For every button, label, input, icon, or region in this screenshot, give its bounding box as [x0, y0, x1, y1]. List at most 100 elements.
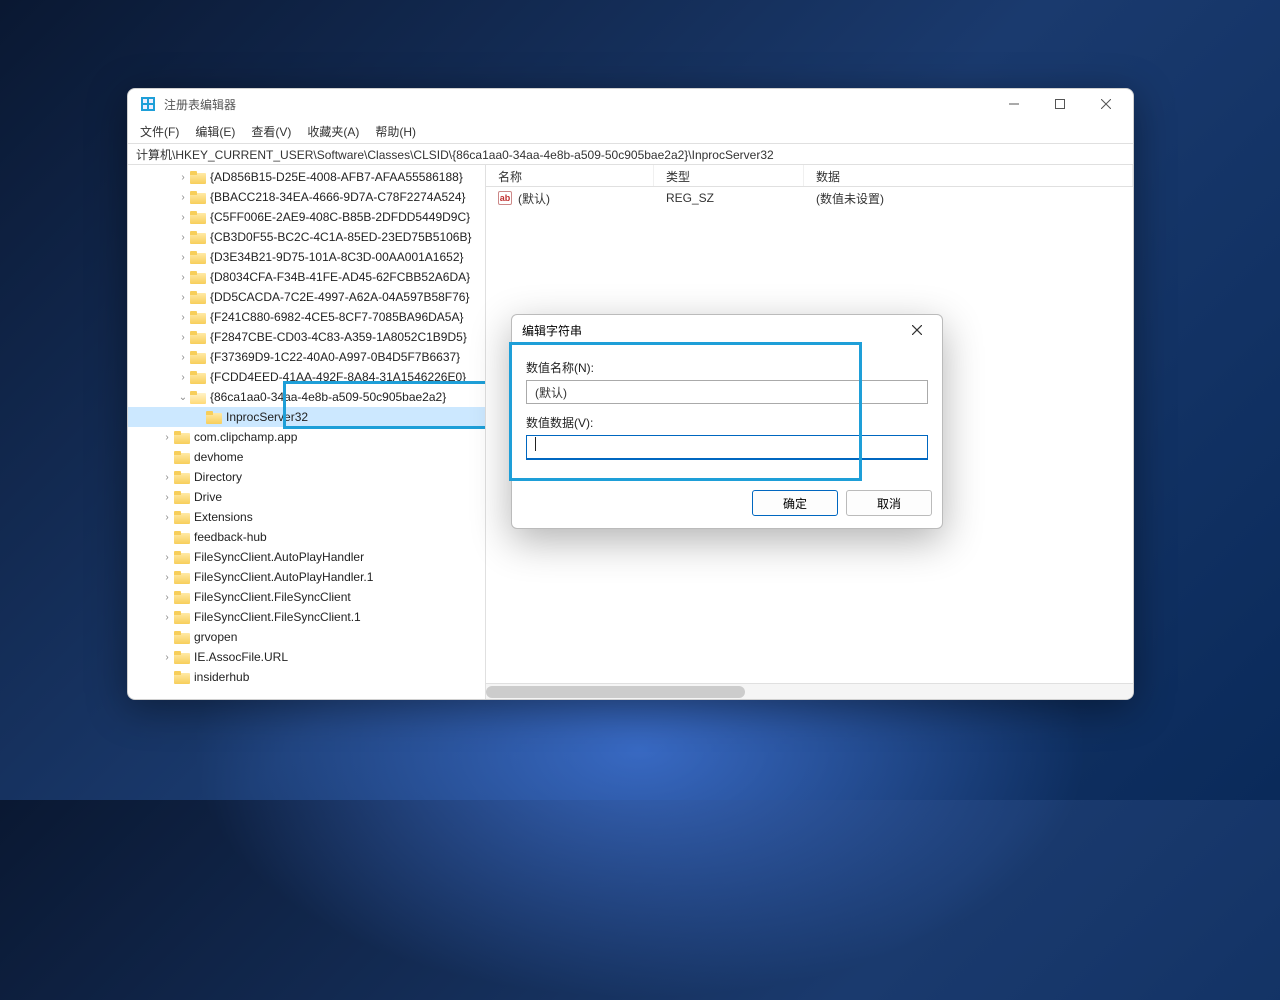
folder-icon — [190, 310, 206, 324]
tree-item[interactable]: ›com.clipchamp.app — [128, 427, 485, 447]
value-row[interactable]: ab(默认) REG_SZ (数值未设置) — [486, 187, 1133, 209]
expand-icon[interactable]: › — [176, 212, 190, 223]
tree-item[interactable]: ›FileSyncClient.AutoPlayHandler.1 — [128, 567, 485, 587]
folder-icon — [190, 250, 206, 264]
col-type[interactable]: 类型 — [654, 165, 804, 186]
tree-label: devhome — [194, 450, 243, 464]
menu-file[interactable]: 文件(F) — [134, 121, 185, 142]
value-data-label: 数值数据(V): — [526, 414, 928, 431]
tree-item-clsid[interactable]: ›{D3E34B21-9D75-101A-8C3D-00AA001A1652} — [128, 247, 485, 267]
tree-item[interactable]: grvopen — [128, 627, 485, 647]
menu-favorites[interactable]: 收藏夹(A) — [301, 121, 365, 142]
list-header: 名称 类型 数据 — [486, 165, 1133, 187]
address-bar[interactable]: 计算机\HKEY_CURRENT_USER\Software\Classes\C… — [128, 143, 1133, 165]
tree-label: {CB3D0F55-BC2C-4C1A-85ED-23ED75B5106B} — [210, 230, 471, 244]
tree-item-clsid[interactable]: › {CB3D0F55-BC2C-4C1A-85ED-23ED75B5106B} — [128, 227, 485, 247]
tree-item-selected-key[interactable]: ⌄{86ca1aa0-34aa-4e8b-a509-50c905bae2a2} — [128, 387, 485, 407]
address-text: 计算机\HKEY_CURRENT_USER\Software\Classes\C… — [136, 146, 774, 163]
tree-item[interactable]: › FileSyncClient.AutoPlayHandler — [128, 547, 485, 567]
value-name-input[interactable] — [526, 380, 928, 404]
expand-icon[interactable]: › — [176, 312, 190, 323]
tree-item[interactable]: feedback-hub — [128, 527, 485, 547]
tree-item[interactable]: ›Directory — [128, 467, 485, 487]
app-icon — [140, 96, 156, 112]
maximize-button[interactable] — [1037, 89, 1083, 119]
expand-icon[interactable]: › — [160, 652, 174, 663]
ok-button[interactable]: 确定 — [752, 490, 838, 516]
window-title: 注册表编辑器 — [164, 96, 236, 113]
cancel-button[interactable]: 取消 — [846, 490, 932, 516]
string-value-icon: ab — [498, 191, 512, 205]
expand-icon[interactable]: › — [160, 612, 174, 623]
folder-icon — [174, 530, 190, 544]
tree-item-clsid[interactable]: ›{AD856B15-D25E-4008-AFB7-AFAA55586188} — [128, 167, 485, 187]
dialog-close-button[interactable] — [902, 316, 932, 344]
menu-help[interactable]: 帮助(H) — [369, 121, 422, 142]
tree-label: FileSyncClient.AutoPlayHandler — [194, 550, 364, 564]
tree-label: Drive — [194, 490, 222, 504]
expand-icon[interactable]: › — [176, 372, 190, 383]
tree-item-inprocserver32[interactable]: InprocServer32 — [128, 407, 485, 427]
horizontal-scrollbar[interactable] — [486, 683, 1133, 699]
folder-icon — [174, 430, 190, 444]
col-name[interactable]: 名称 — [486, 165, 654, 186]
tree-item-clsid[interactable]: ›{C5FF006E-2AE9-408C-B85B-2DFDD5449D9C} — [128, 207, 485, 227]
expand-icon[interactable]: › — [160, 492, 174, 503]
expand-icon[interactable]: › — [176, 232, 190, 243]
folder-icon — [174, 550, 190, 564]
expand-icon[interactable]: › — [176, 252, 190, 263]
tree-item[interactable]: devhome — [128, 447, 485, 467]
expand-icon[interactable]: › — [176, 172, 190, 183]
minimize-button[interactable] — [991, 89, 1037, 119]
menu-edit[interactable]: 编辑(E) — [189, 121, 241, 142]
tree-label: {DD5CACDA-7C2E-4997-A62A-04A597B58F76} — [210, 290, 469, 304]
tree-item[interactable]: insiderhub — [128, 667, 485, 687]
menu-view[interactable]: 查看(V) — [245, 121, 297, 142]
tree-item[interactable]: ›Extensions — [128, 507, 485, 527]
folder-icon — [174, 450, 190, 464]
expand-icon[interactable]: › — [160, 592, 174, 603]
expand-icon[interactable]: › — [176, 352, 190, 363]
tree-item-clsid[interactable]: ›{F37369D9-1C22-40A0-A997-0B4D5F7B6637} — [128, 347, 485, 367]
collapse-icon[interactable]: ⌄ — [176, 392, 190, 403]
folder-icon — [174, 630, 190, 644]
folder-icon — [174, 490, 190, 504]
value-type: REG_SZ — [654, 191, 804, 205]
tree-item-clsid[interactable]: › {FCDD4EED-41AA-492F-8A84-31A1546226E0} — [128, 367, 485, 387]
tree-item-clsid[interactable]: › {DD5CACDA-7C2E-4997-A62A-04A597B58F76} — [128, 287, 485, 307]
tree-label: FileSyncClient.FileSyncClient — [194, 590, 351, 604]
tree-item[interactable]: ›FileSyncClient.FileSyncClient.1 — [128, 607, 485, 627]
folder-icon — [190, 210, 206, 224]
expand-icon[interactable]: › — [160, 552, 174, 563]
close-button[interactable] — [1083, 89, 1129, 119]
dialog-titlebar[interactable]: 编辑字符串 — [512, 315, 942, 345]
folder-icon — [174, 510, 190, 524]
folder-icon — [206, 410, 222, 424]
tree-pane[interactable]: ›{AD856B15-D25E-4008-AFB7-AFAA55586188}›… — [128, 165, 486, 699]
col-data[interactable]: 数据 — [804, 165, 1133, 186]
tree-item-clsid[interactable]: ›{F2847CBE-CD03-4C83-A359-1A8052C1B9D5} — [128, 327, 485, 347]
folder-icon — [190, 370, 206, 384]
expand-icon[interactable]: › — [176, 292, 190, 303]
expand-icon[interactable]: › — [176, 272, 190, 283]
tree-item-clsid[interactable]: › {BBACC218-34EA-4666-9D7A-C78F2274A524} — [128, 187, 485, 207]
titlebar[interactable]: 注册表编辑器 — [128, 89, 1133, 119]
tree-item[interactable]: › FileSyncClient.FileSyncClient — [128, 587, 485, 607]
tree-label: {BBACC218-34EA-4666-9D7A-C78F2274A524} — [210, 190, 466, 204]
folder-icon — [190, 330, 206, 344]
tree-item[interactable]: › Drive — [128, 487, 485, 507]
tree-item[interactable]: ›IE.AssocFile.URL — [128, 647, 485, 667]
expand-icon[interactable]: › — [160, 512, 174, 523]
tree-item-clsid[interactable]: › {D8034CFA-F34B-41FE-AD45-62FCBB52A6DA} — [128, 267, 485, 287]
tree-label: {FCDD4EED-41AA-492F-8A84-31A1546226E0} — [210, 370, 466, 384]
tree-item-clsid[interactable]: ›{F241C880-6982-4CE5-8CF7-7085BA96DA5A} — [128, 307, 485, 327]
tree-label: {D8034CFA-F34B-41FE-AD45-62FCBB52A6DA} — [210, 270, 470, 284]
expand-icon[interactable]: › — [160, 472, 174, 483]
scrollbar-thumb[interactable] — [486, 686, 745, 698]
value-data-input[interactable] — [526, 435, 928, 460]
expand-icon[interactable]: › — [176, 332, 190, 343]
tree-label: grvopen — [194, 630, 237, 644]
expand-icon[interactable]: › — [176, 192, 190, 203]
expand-icon[interactable]: › — [160, 432, 174, 443]
expand-icon[interactable]: › — [160, 572, 174, 583]
